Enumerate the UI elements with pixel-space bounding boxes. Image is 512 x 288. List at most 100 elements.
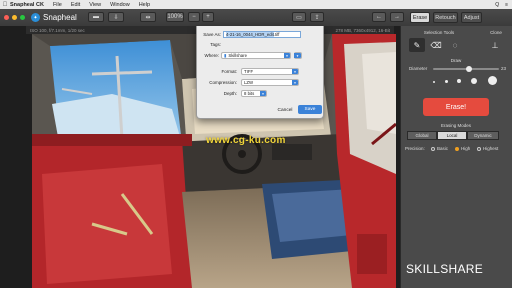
zoom-out-button[interactable]: − <box>188 12 200 22</box>
compression-value: LZW <box>244 80 254 85</box>
fit-screen-button[interactable]: ▭ <box>292 12 306 22</box>
format-label: Format: <box>221 69 237 74</box>
file-info: 278 MB, 7360x4912, 16-Bit <box>335 27 390 33</box>
filename-input[interactable]: 4-21-16_0044_HDR_edit .tiff <box>223 31 301 38</box>
search-icon[interactable]: Q <box>495 2 499 8</box>
radio-selected-icon <box>455 146 459 151</box>
zoom-in-button[interactable]: + <box>202 12 214 22</box>
share-icon: ⇪ <box>314 14 320 21</box>
radio-icon <box>431 146 435 151</box>
mode-dynamic[interactable]: Dynamic <box>467 131 499 140</box>
notification-icon[interactable]: ≡ <box>505 2 508 8</box>
chevron-down-icon: ▾ <box>284 53 290 58</box>
save-as-label: Save As: <box>203 32 221 37</box>
format-select[interactable]: TIFF ▾ <box>241 68 299 75</box>
menu-app[interactable]: Snapheal CK <box>10 2 44 8</box>
brush-size-xl[interactable] <box>488 76 497 85</box>
diameter-label: Diameter <box>409 66 428 71</box>
eraser-icon: ⌫ <box>430 40 442 50</box>
zoom-icon[interactable] <box>20 15 25 20</box>
clone-tool[interactable]: ⊥ <box>487 38 503 52</box>
filename-extension: .tiff <box>273 32 280 37</box>
download-icon: ⇩ <box>113 14 119 21</box>
precision-basic[interactable]: Basic <box>431 146 448 151</box>
menubar-status: Q ≡ <box>495 0 508 9</box>
where-select[interactable]: ▮ Skillshare ▾ <box>221 52 291 59</box>
brush-tool[interactable]: ✎ <box>409 38 425 52</box>
save-dialog: Save As: 4-21-16_0044_HDR_edit .tiff Tags… <box>196 26 324 119</box>
chevron-down-icon: ▾ <box>292 80 298 85</box>
precision-high[interactable]: High <box>455 146 470 151</box>
compression-label: Compression: <box>209 80 237 85</box>
snapheal-logo-icon: ✦ <box>31 13 40 22</box>
menu-view[interactable]: View <box>89 2 101 8</box>
brush-size-s[interactable] <box>445 80 448 83</box>
where-value: Skillshare <box>228 53 248 58</box>
diameter-slider-thumb[interactable] <box>466 66 473 72</box>
compare-icon: ⇹ <box>145 14 151 21</box>
zoom-value: 100% <box>167 14 183 20</box>
lasso-tool[interactable]: ◌ <box>447 38 463 52</box>
format-value: TIFF <box>244 69 254 74</box>
menu-file[interactable]: File <box>53 2 62 8</box>
depth-label: Depth: <box>223 91 237 96</box>
filename-selected: 4-21-16_0044_HDR_edit <box>226 32 274 37</box>
precision-basic-label: Basic <box>437 146 449 151</box>
erase-button[interactable]: Erase! <box>423 98 489 116</box>
tab-erase[interactable]: Erase <box>410 12 430 23</box>
tags-label: Tags: <box>210 42 221 47</box>
depth-select[interactable]: 8 bits ▾ <box>241 90 267 97</box>
mode-global[interactable]: Global <box>407 131 437 140</box>
chevron-down-icon: ▾ <box>294 53 301 58</box>
brush-size-l[interactable] <box>471 78 477 84</box>
watermark-text: www.cg-ku.com <box>206 135 286 146</box>
compression-select[interactable]: LZW ▾ <box>241 79 299 86</box>
folder-icon: ▮ <box>224 52 227 58</box>
undo-button[interactable]: ← <box>372 12 386 22</box>
precision-high-label: High <box>461 146 471 151</box>
app-name: Snapheal <box>43 13 77 22</box>
erasing-modes-label: Erasing Modes <box>440 123 471 128</box>
brush-size-xs[interactable] <box>433 81 435 83</box>
cancel-button[interactable]: Cancel <box>275 106 295 115</box>
brush-size-m[interactable] <box>457 79 461 83</box>
where-label: Where: <box>204 53 219 58</box>
chevron-down-icon: ▾ <box>292 69 298 74</box>
tab-adjust[interactable]: Adjust <box>461 12 482 23</box>
eraser-tool[interactable]: ⌫ <box>428 38 444 52</box>
minimize-icon[interactable] <box>12 15 17 20</box>
open-folder-button[interactable]: ▬ <box>88 12 104 22</box>
mode-local[interactable]: Local <box>437 131 467 140</box>
compare-button[interactable]: ⇹ <box>140 12 156 22</box>
radio-icon <box>477 146 481 151</box>
precision-highest[interactable]: Highest <box>477 146 498 151</box>
expand-button[interactable]: ▾ <box>294 52 302 59</box>
diameter-value: 23 <box>501 66 507 71</box>
menu-edit[interactable]: Edit <box>71 2 80 8</box>
app-logo: ✦ Snapheal <box>31 13 77 22</box>
save-dialog-button[interactable]: Save <box>298 105 322 114</box>
close-icon[interactable] <box>4 15 9 20</box>
menu-help[interactable]: Help <box>139 2 150 8</box>
chevron-down-icon: ▾ <box>260 91 266 96</box>
folder-icon: ▬ <box>93 14 99 20</box>
clone-label: Clone <box>490 30 502 35</box>
menu-window[interactable]: Window <box>110 2 130 8</box>
window-controls <box>4 15 25 20</box>
depth-value: 8 bits <box>244 91 255 96</box>
minus-icon: − <box>192 14 196 20</box>
app-toolbar: ✦ Snapheal ▬ ⇩ ⇹ 100% − + ▭ ⇪ ← → Erase … <box>0 9 512 26</box>
zoom-level[interactable]: 100% <box>166 12 184 22</box>
lasso-icon: ◌ <box>452 40 458 50</box>
redo-icon: → <box>394 14 400 20</box>
brush-icon: ✎ <box>413 40 421 50</box>
apple-icon[interactable]:  <box>0 2 10 8</box>
tab-retouch[interactable]: Retouch <box>433 12 458 23</box>
share-button[interactable]: ⇪ <box>310 12 324 22</box>
save-button[interactable]: ⇩ <box>108 12 124 22</box>
precision-highest-label: Highest <box>483 146 499 151</box>
draw-label: Draw <box>450 58 462 63</box>
plus-icon: + <box>206 14 210 20</box>
redo-button[interactable]: → <box>390 12 404 22</box>
fit-icon: ▭ <box>296 14 302 21</box>
